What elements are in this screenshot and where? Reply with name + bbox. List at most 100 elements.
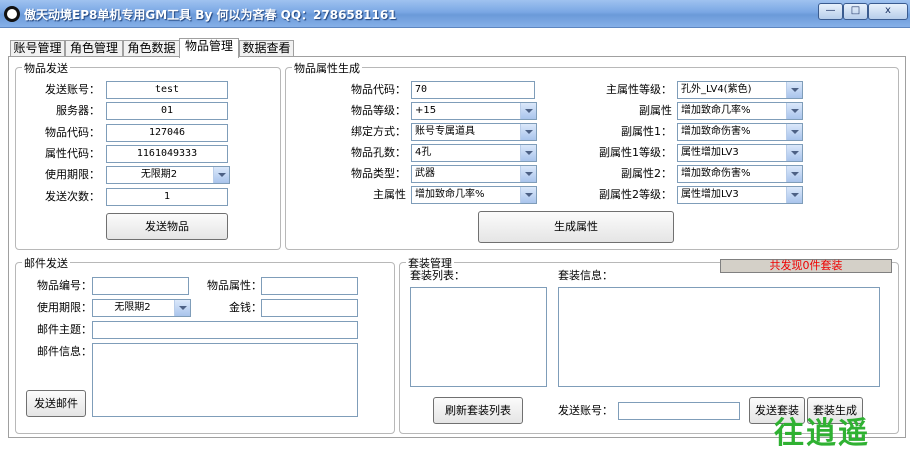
chevron-down-icon[interactable] (786, 145, 802, 161)
sub-attr-label: 副属性 (639, 104, 672, 117)
bind-label: 绑定方式： (351, 125, 406, 138)
server-label: 服务器： (56, 104, 100, 117)
bind-select[interactable]: 账号专属道具 (411, 123, 537, 141)
type-label: 物品类型： (351, 167, 406, 180)
sub-attr-value: 增加致命几率% (681, 105, 751, 116)
sub1-select[interactable]: 增加致命伤害% (677, 123, 803, 141)
chevron-down-icon[interactable] (213, 167, 229, 183)
send-account-input[interactable]: test (106, 81, 228, 99)
item-attr-input[interactable] (261, 277, 358, 295)
sub-attr-select[interactable]: 增加致命几率% (677, 102, 803, 120)
title-bar: 傲天动境EP8单机专用GM工具 By 何以为吝春 QQ：2786581161 —… (0, 0, 910, 28)
mail-body-textarea[interactable] (92, 343, 358, 417)
attr-gen-title: 物品属性生成 (292, 60, 362, 76)
gen-item-code-input[interactable]: 70 (411, 81, 535, 99)
item-no-label: 物品编号： (37, 279, 92, 292)
tab-data-view[interactable]: 数据查看 (239, 40, 294, 57)
attr-gen-group: 物品属性生成 物品代码： 70 物品等级： +15 绑定方式： 账号专属道具 物… (285, 60, 899, 250)
chevron-down-icon[interactable] (520, 166, 536, 182)
sub2-level-label: 副属性2等级： (599, 188, 672, 201)
money-label: 金钱： (229, 301, 262, 314)
close-button[interactable]: x (868, 3, 908, 20)
expiry-label: 使用期限： (45, 168, 100, 181)
chevron-down-icon[interactable] (520, 187, 536, 203)
items-tab-panel: 物品发送 发送账号： test 服务器： 01 物品代码： 127046 属性代… (8, 56, 906, 438)
attr-code-input[interactable]: 1161049333 (106, 145, 228, 163)
mail-expiry-select[interactable]: 无限期2 (92, 299, 191, 317)
expiry-select[interactable]: 无限期2 (106, 166, 230, 184)
suit-list[interactable] (410, 287, 547, 387)
item-send-title: 物品发送 (22, 60, 70, 76)
chevron-down-icon[interactable] (174, 300, 190, 316)
sub1-level-select[interactable]: 属性增加LV3 (677, 144, 803, 162)
tab-role[interactable]: 角色管理 (65, 40, 123, 57)
main-attr-label: 主属性 (373, 188, 406, 201)
send-item-button[interactable]: 发送物品 (106, 213, 228, 240)
main-level-select[interactable]: 孔外_LV4(紫色) (677, 81, 803, 99)
suit-info-label: 套装信息： (558, 269, 613, 282)
mail-body-label: 邮件信息： (37, 345, 92, 358)
subject-input[interactable] (92, 321, 358, 339)
send-account-label: 发送账号： (45, 83, 100, 96)
watermark-logo: 往逍遥 (774, 416, 870, 450)
minimize-button[interactable]: — (818, 3, 843, 20)
client-area: 账号管理 角色管理 角色数据 物品管理 数据查看 物品发送 发送账号： test… (0, 28, 910, 450)
bind-value: 账号专属道具 (415, 126, 475, 137)
item-send-group: 物品发送 发送账号： test 服务器： 01 物品代码： 127046 属性代… (15, 60, 281, 250)
sub1-value: 增加致命伤害% (681, 126, 751, 137)
item-level-label: 物品等级： (351, 104, 406, 117)
item-level-value: +15 (415, 105, 437, 116)
sub1-level-label: 副属性1等级： (599, 146, 672, 159)
holes-label: 物品孔数： (351, 146, 406, 159)
attr-code-label: 属性代码： (45, 147, 100, 160)
item-level-select[interactable]: +15 (411, 102, 537, 120)
suit-info[interactable] (558, 287, 880, 387)
send-count-label: 发送次数： (45, 190, 100, 203)
sub2-select[interactable]: 增加致命伤害% (677, 165, 803, 183)
send-count-input[interactable]: 1 (106, 188, 228, 206)
send-mail-button[interactable]: 发送邮件 (26, 390, 86, 417)
tab-account[interactable]: 账号管理 (10, 40, 65, 57)
item-attr-label: 物品属性： (207, 279, 262, 292)
suit-account-input[interactable] (618, 402, 740, 420)
main-attr-value: 增加致命几率% (415, 189, 485, 200)
sub2-value: 增加致命伤害% (681, 168, 751, 179)
sub1-label: 副属性1： (621, 125, 672, 138)
chevron-down-icon[interactable] (786, 187, 802, 203)
item-no-input[interactable] (92, 277, 189, 295)
type-select[interactable]: 武器 (411, 165, 537, 183)
suit-status: 共发现0件套装 (720, 259, 892, 273)
suit-list-label: 套装列表： (410, 269, 465, 282)
chevron-down-icon[interactable] (520, 103, 536, 119)
tab-items[interactable]: 物品管理 (179, 38, 239, 58)
holes-select[interactable]: 4孔 (411, 144, 537, 162)
mail-title: 邮件发送 (22, 255, 70, 271)
tab-role-data[interactable]: 角色数据 (123, 40, 180, 57)
chevron-down-icon[interactable] (786, 166, 802, 182)
main-level-value: 孔外_LV4(紫色) (681, 84, 752, 95)
chevron-down-icon[interactable] (786, 82, 802, 98)
refresh-suit-list-button[interactable]: 刷新套装列表 (433, 397, 523, 424)
item-code-input[interactable]: 127046 (106, 124, 228, 142)
sub2-level-select[interactable]: 属性增加LV3 (677, 186, 803, 204)
sub2-label: 副属性2： (621, 167, 672, 180)
subject-label: 邮件主题： (37, 323, 92, 336)
item-code-label: 物品代码： (45, 126, 100, 139)
type-value: 武器 (415, 168, 435, 179)
chevron-down-icon[interactable] (786, 124, 802, 140)
chevron-down-icon[interactable] (520, 145, 536, 161)
mail-expiry-label: 使用期限： (37, 301, 92, 314)
mail-group: 邮件发送 物品编号： 物品属性： 使用期限： 无限期2 金钱： 邮件主题： 邮件… (15, 255, 395, 434)
main-attr-select[interactable]: 增加致命几率% (411, 186, 537, 204)
generate-attr-button[interactable]: 生成属性 (478, 211, 674, 243)
server-input[interactable]: 01 (106, 102, 228, 120)
mail-expiry-value: 无限期2 (114, 302, 151, 313)
expiry-select-value: 无限期2 (140, 169, 178, 180)
chevron-down-icon[interactable] (786, 103, 802, 119)
app-icon (4, 6, 20, 22)
chevron-down-icon[interactable] (520, 124, 536, 140)
maximize-button[interactable]: □ (843, 3, 868, 20)
sub1-level-value: 属性增加LV3 (681, 147, 739, 158)
money-input[interactable] (261, 299, 358, 317)
sub2-level-value: 属性增加LV3 (681, 189, 739, 200)
